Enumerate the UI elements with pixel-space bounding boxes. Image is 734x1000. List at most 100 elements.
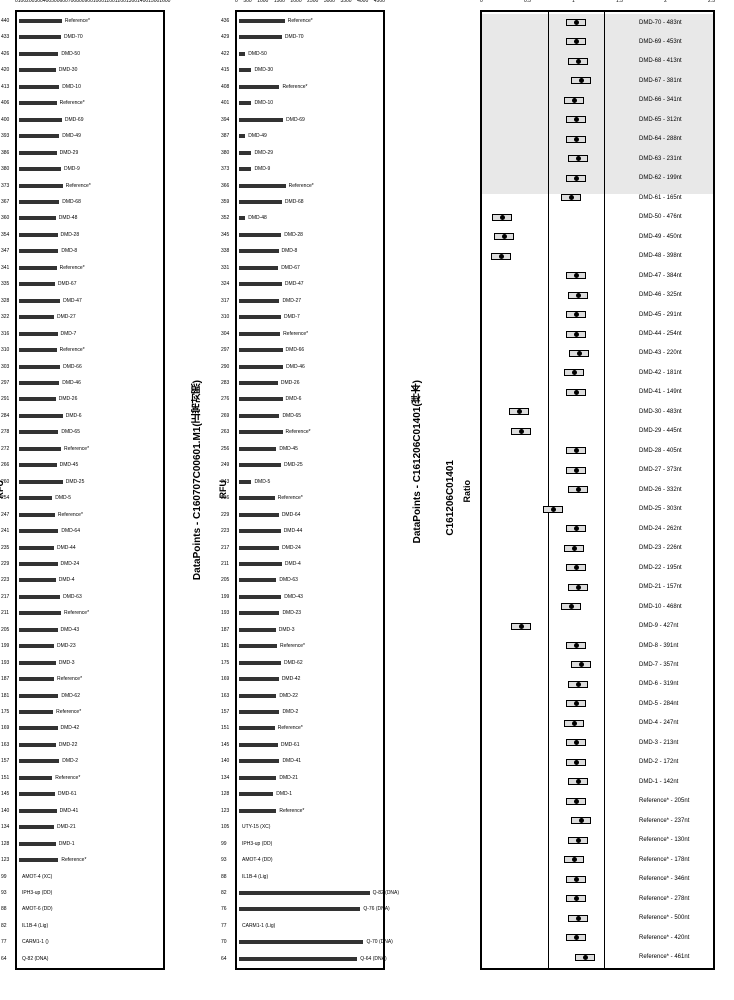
peak-row: DMD-30420 <box>19 66 161 74</box>
ratio-box-row: Reference* - 500nt <box>484 913 711 924</box>
chart1-title: DataPoints - C160707C00601.M1(正常对照) <box>190 380 205 580</box>
peak-row: DMD-8347 <box>19 247 161 255</box>
peak-row: DMD-49393 <box>19 132 161 140</box>
peak-row: Reference*436 <box>239 17 381 25</box>
ratio-box-row: DMD-10 - 468nt <box>484 601 711 612</box>
peak-row: DMD-47324 <box>239 280 381 288</box>
peak-row: DMD-9380 <box>19 165 161 173</box>
ratio-box-row: DMD-61 - 165nt <box>484 192 711 203</box>
ratio-box-row: DMD-49 - 450nt <box>484 231 711 242</box>
peak-row: DMD-63217 <box>19 593 161 601</box>
peak-row: DMD-42169 <box>239 675 381 683</box>
ratio-box-row: DMD-27 - 373nt <box>484 465 711 476</box>
ratio-box-row: DMD-4 - 247nt <box>484 718 711 729</box>
ratio-box-row: DMD-3 - 213nt <box>484 737 711 748</box>
ratio-box-row: DMD-45 - 291nt <box>484 309 711 320</box>
peak-row: CARM1-1 (Lig)77 <box>239 922 381 930</box>
peak-row: DMD-1128 <box>239 790 381 798</box>
ratio-box-row: DMD-63 - 231nt <box>484 153 711 164</box>
peak-row: DMD-64241 <box>19 527 161 535</box>
ratio-box-row: DMD-67 - 381nt <box>484 75 711 86</box>
peak-row: DMD-21134 <box>239 774 381 782</box>
chart1-yaxis: 0100200300400500600700800900100011001200… <box>15 0 165 4</box>
peak-row: DMD-27317 <box>239 297 381 305</box>
peak-row: DMD-27322 <box>19 313 161 321</box>
peak-row: DMD-25249 <box>239 461 381 469</box>
chart3-title: C161206C01401 <box>445 460 456 536</box>
ratio-box-row: DMD-62 - 199nt <box>484 173 711 184</box>
peak-row: DMD-50422 <box>239 50 381 58</box>
peak-row: IL1B-4 (Lig)88 <box>239 873 381 881</box>
peak-row: DMD-43205 <box>19 626 161 634</box>
peak-row: Reference*406 <box>19 99 161 107</box>
peak-row: DMD-7310 <box>239 313 381 321</box>
peak-row: Reference*272 <box>19 445 161 453</box>
peak-row: DMD-63205 <box>239 576 381 584</box>
peak-row: Reference*123 <box>19 856 161 864</box>
ratio-box-row: DMD-2 - 172nt <box>484 757 711 768</box>
peak-row: DMD-41140 <box>239 757 381 765</box>
peak-row: DMD-69394 <box>239 116 381 124</box>
peak-row: Reference*187 <box>19 675 161 683</box>
peak-row: Reference*211 <box>19 609 161 617</box>
ratio-box-row: Reference* - 420nt <box>484 932 711 943</box>
peak-row: DMD-22163 <box>19 741 161 749</box>
ratio-box-row: Reference* - 346nt <box>484 874 711 885</box>
peak-row: DMD-28354 <box>19 231 161 239</box>
ratio-box-row: DMD-68 - 413nt <box>484 56 711 67</box>
ratio-box-row: DMD-26 - 332nt <box>484 484 711 495</box>
ratio-box-row: DMD-8 - 391nt <box>484 640 711 651</box>
peak-row: Reference*373 <box>19 182 161 190</box>
peak-row: Reference*181 <box>239 642 381 650</box>
peak-row: DMD-3187 <box>239 626 381 634</box>
peak-row: AMOT-6 (DD)88 <box>19 905 161 913</box>
ratio-box-row: DMD-9 - 427nt <box>484 621 711 632</box>
ratio-box-row: Reference* - 205nt <box>484 796 711 807</box>
peak-row: DMD-68359 <box>239 198 381 206</box>
peak-row: DMD-24229 <box>19 560 161 568</box>
peak-row: Reference*341 <box>19 264 161 272</box>
ratio-box-row: Reference* - 130nt <box>484 835 711 846</box>
peak-row: AMOT-4 (DD)93 <box>239 856 381 864</box>
peak-row: DMD-8338 <box>239 247 381 255</box>
peak-row: DMD-26291 <box>19 395 161 403</box>
chart2-electropherogram: Reference*436DMD-70429DMD-50422DMD-30415… <box>235 10 385 970</box>
ratio-box-row: DMD-65 - 312nt <box>484 114 711 125</box>
peak-row: DMD-24217 <box>239 544 381 552</box>
peak-row: DMD-22163 <box>239 692 381 700</box>
peak-row: Reference*236 <box>239 494 381 502</box>
ratio-box-row: Reference* - 237nt <box>484 815 711 826</box>
ratio-box-row: DMD-70 - 483nt <box>484 17 711 28</box>
ratio-box-row: DMD-25 - 303nt <box>484 504 711 515</box>
peak-row: DMD-61145 <box>239 741 381 749</box>
ratio-box-row: DMD-23 - 226nt <box>484 543 711 554</box>
peak-row: DMD-5243 <box>239 478 381 486</box>
ratio-box-row: DMD-22 - 195nt <box>484 562 711 573</box>
peak-row: DMD-5254 <box>19 494 161 502</box>
peak-row: DMD-70433 <box>19 33 161 41</box>
ratio-box-row: DMD-5 - 284nt <box>484 698 711 709</box>
ratio-box-row: DMD-64 - 288nt <box>484 134 711 145</box>
peak-row: DMD-46290 <box>239 363 381 371</box>
peak-row: DMD-48360 <box>19 214 161 222</box>
peak-row: DMD-7316 <box>19 330 161 338</box>
ratio-box-row: Reference* - 278nt <box>484 893 711 904</box>
peak-row: DMD-1128 <box>19 840 161 848</box>
peak-row: DMD-4223 <box>19 576 161 584</box>
ratio-box-row: DMD-50 - 476nt <box>484 212 711 223</box>
ratio-box-row: DMD-47 - 384nt <box>484 270 711 281</box>
peak-row: DMD-44235 <box>19 544 161 552</box>
peak-row: DMD-46297 <box>19 379 161 387</box>
peak-row: DMD-67335 <box>19 280 161 288</box>
peak-row: DMD-21134 <box>19 823 161 831</box>
peak-row: Reference*151 <box>19 774 161 782</box>
ratio-box-row: DMD-44 - 254nt <box>484 329 711 340</box>
peak-row: DMD-62181 <box>19 692 161 700</box>
peak-row: Q-70 (DNA)70 <box>239 938 381 946</box>
peak-row: Reference*175 <box>19 708 161 716</box>
peak-row: DMD-10413 <box>19 83 161 91</box>
peak-row: DMD-43199 <box>239 593 381 601</box>
ratio-box-row: DMD-7 - 357nt <box>484 659 711 670</box>
ratio-box-row: DMD-1 - 142nt <box>484 776 711 787</box>
peak-row: DMD-66303 <box>19 363 161 371</box>
